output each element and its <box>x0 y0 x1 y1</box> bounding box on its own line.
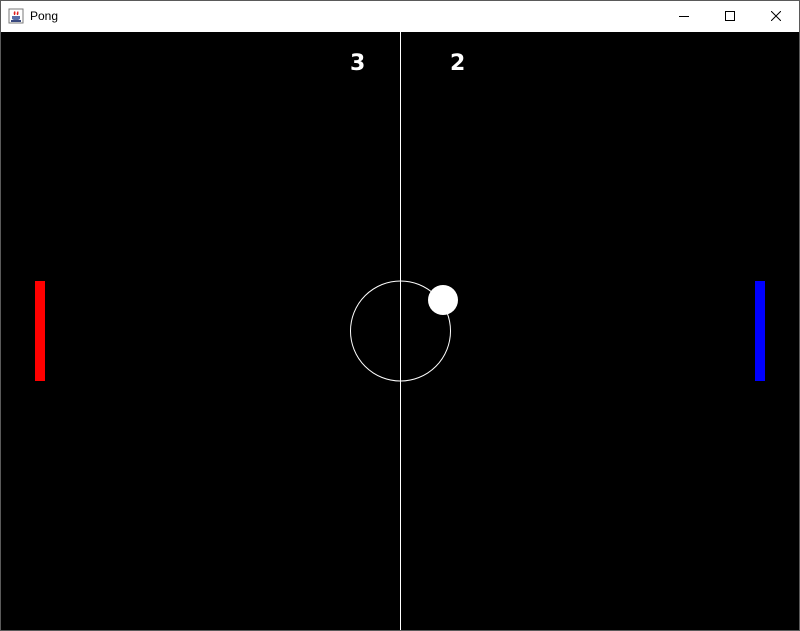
game-canvas[interactable]: 3 2 <box>1 32 799 630</box>
window-controls <box>661 1 799 31</box>
pong-window: Pong 3 2 <box>0 0 800 631</box>
right-paddle <box>755 281 765 381</box>
maximize-button[interactable] <box>707 1 753 31</box>
score-left: 3 <box>350 51 366 76</box>
ball <box>428 285 458 315</box>
game-field <box>35 32 765 630</box>
close-button[interactable] <box>753 1 799 31</box>
maximize-icon <box>725 11 735 21</box>
minimize-icon <box>679 16 689 17</box>
minimize-button[interactable] <box>661 1 707 31</box>
left-paddle <box>35 281 45 381</box>
java-coffee-cup-icon <box>8 8 24 24</box>
close-icon <box>771 11 781 21</box>
score-right: 2 <box>450 51 466 76</box>
title-bar[interactable]: Pong <box>1 1 799 31</box>
window-title: Pong <box>30 9 59 23</box>
